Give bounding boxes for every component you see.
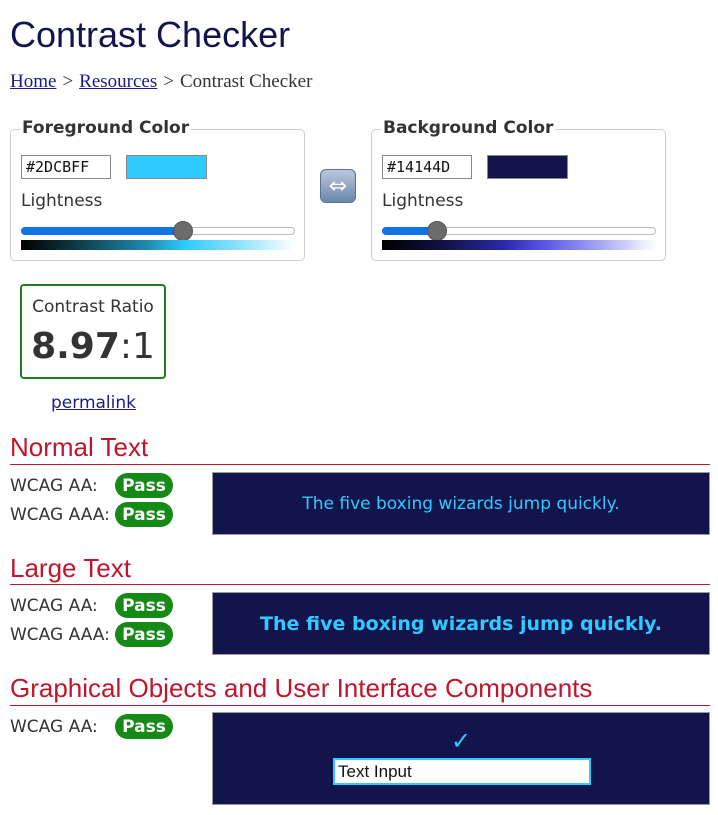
foreground-hex-input[interactable] [21,155,111,179]
section-divider [10,584,710,585]
breadcrumb: Home > Resources > Contrast Checker [10,71,312,93]
page-title: Contrast Checker [10,14,291,55]
contrast-ratio-value: 8.97:1 [22,326,164,367]
background-lightness-gradient [382,240,656,250]
section-divider [10,464,710,465]
contrast-ratio-suffix: :1 [119,326,155,367]
foreground-color-swatch[interactable] [126,155,207,179]
normal-wcag-aa-badge: Pass [115,473,173,498]
graphics-wcag-aa-label: WCAG AA: [10,717,98,737]
permalink-link[interactable]: permalink [51,393,136,413]
section-divider [10,705,710,706]
breadcrumb-current: Contrast Checker [179,71,313,92]
text-input-sample[interactable] [333,758,591,785]
foreground-lightness-label: Lightness [21,191,103,211]
breadcrumb-separator: > [62,71,74,92]
contrast-ratio-label: Contrast Ratio [32,297,154,317]
normal-wcag-aaa-badge: Pass [115,502,173,527]
background-lightness-slider[interactable] [382,221,656,241]
large-wcag-aaa-label: WCAG AAA: [10,625,110,645]
background-color-swatch[interactable] [487,155,568,179]
large-text-sample: The five boxing wizards jump quickly. [212,592,710,655]
normal-text-sample: The five boxing wizards jump quickly. [212,472,710,535]
foreground-lightness-slider[interactable] [21,221,295,241]
background-color-legend: Background Color [381,118,556,138]
foreground-color-panel: Foreground Color Lightness [10,118,305,261]
background-color-panel: Background Color Lightness [371,118,666,261]
large-sample-text: The five boxing wizards jump quickly. [260,612,662,635]
foreground-color-legend: Foreground Color [20,118,192,138]
normal-sample-text: The five boxing wizards jump quickly. [302,493,620,514]
normal-wcag-aa-label: WCAG AA: [10,476,98,496]
breadcrumb-separator: > [163,71,174,92]
large-wcag-aaa-badge: Pass [115,622,173,647]
background-hex-input[interactable] [382,155,472,179]
graphics-sample: ✓ [212,712,710,805]
large-text-heading: Large Text [10,553,131,583]
breadcrumb-home-link[interactable]: Home [10,71,56,92]
normal-wcag-aaa-label: WCAG AAA: [10,505,110,525]
swap-arrows-icon: ⇔ [328,173,348,199]
graphics-wcag-aa-badge: Pass [115,714,173,739]
slider-fill [21,227,183,235]
checkmark-icon: ✓ [450,727,472,755]
slider-thumb[interactable] [173,221,193,241]
slider-thumb[interactable] [427,221,447,241]
normal-text-heading: Normal Text [10,432,149,462]
swap-colors-button[interactable]: ⇔ [320,169,356,203]
background-lightness-label: Lightness [382,191,464,211]
foreground-lightness-gradient [21,240,295,250]
contrast-ratio-number: 8.97 [31,326,120,367]
breadcrumb-resources-link[interactable]: Resources [79,71,157,92]
large-wcag-aa-badge: Pass [115,593,173,618]
contrast-ratio-box: Contrast Ratio 8.97:1 [20,284,166,379]
graphics-heading: Graphical Objects and User Interface Com… [10,673,593,703]
large-wcag-aa-label: WCAG AA: [10,596,98,616]
